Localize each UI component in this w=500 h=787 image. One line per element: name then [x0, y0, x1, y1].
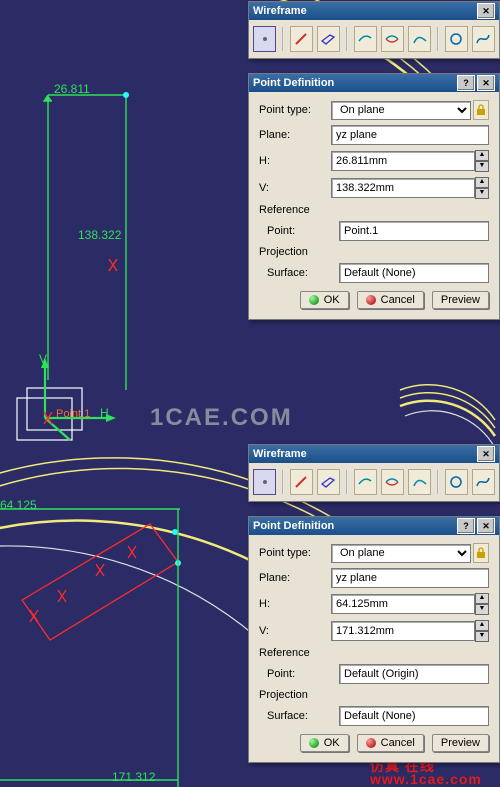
- preview-button[interactable]: Preview: [432, 291, 489, 309]
- project-tool-icon[interactable]: [354, 469, 377, 495]
- h-field[interactable]: [331, 151, 475, 171]
- point-field[interactable]: [339, 221, 489, 241]
- dim-v-top: 138.322: [78, 228, 121, 242]
- lock-icon[interactable]: [473, 543, 489, 563]
- intersect-tool-icon[interactable]: [381, 469, 404, 495]
- v-field[interactable]: [331, 178, 475, 198]
- plane-tool-icon[interactable]: [317, 469, 340, 495]
- preview-button[interactable]: Preview: [432, 734, 489, 752]
- point-field[interactable]: [339, 664, 489, 684]
- axis-h-label: H: [100, 406, 109, 420]
- wireframe-toolbar-middle[interactable]: Wireframe ✕: [248, 444, 500, 502]
- h-label: H:: [259, 155, 331, 167]
- cancel-button[interactable]: Cancel: [357, 291, 424, 309]
- close-icon[interactable]: ✕: [477, 3, 495, 19]
- intersect-tool-icon[interactable]: [381, 26, 404, 52]
- point-tool-icon[interactable]: [253, 469, 276, 495]
- toolbar-title: Wireframe: [253, 5, 307, 17]
- spline-tool-icon[interactable]: [472, 26, 495, 52]
- point-label: Point:: [259, 668, 339, 680]
- plane-field[interactable]: [331, 125, 489, 145]
- surface-field[interactable]: [339, 706, 489, 726]
- v-spinner[interactable]: ▲▼: [475, 620, 489, 642]
- plane-tool-icon[interactable]: [317, 26, 340, 52]
- pointtype-select[interactable]: On plane: [331, 101, 471, 120]
- point-definition-dialog-top[interactable]: Point Definition ? ✕ Point type: On plan…: [248, 73, 500, 320]
- v-spinner[interactable]: ▲▼: [475, 177, 489, 199]
- circle-tool-icon[interactable]: [445, 26, 468, 52]
- point-tool-icon[interactable]: [253, 26, 276, 52]
- h-field[interactable]: [331, 594, 475, 614]
- close-icon[interactable]: ✕: [477, 446, 495, 462]
- projection-label: Projection: [259, 246, 308, 258]
- projection-label: Projection: [259, 689, 308, 701]
- project-tool-icon[interactable]: [354, 26, 377, 52]
- v-label: V:: [259, 625, 331, 637]
- dialog-title: Point Definition: [253, 520, 334, 532]
- ok-button[interactable]: OK: [300, 734, 349, 752]
- reference-label: Reference: [259, 204, 310, 216]
- line-tool-icon[interactable]: [290, 469, 313, 495]
- toolbar-title: Wireframe: [253, 448, 307, 460]
- help-icon[interactable]: ?: [457, 518, 475, 534]
- reference-label: Reference: [259, 647, 310, 659]
- line-tool-icon[interactable]: [290, 26, 313, 52]
- surface-label: Surface:: [259, 267, 339, 279]
- surface-label: Surface:: [259, 710, 339, 722]
- wireframe-toolbar-top[interactable]: Wireframe ✕: [248, 1, 500, 59]
- ok-button[interactable]: OK: [300, 291, 349, 309]
- circle-tool-icon[interactable]: [445, 469, 468, 495]
- help-icon[interactable]: ?: [457, 75, 475, 91]
- pointtype-label: Point type:: [259, 547, 331, 559]
- surface-field[interactable]: [339, 263, 489, 283]
- close-icon[interactable]: ✕: [477, 75, 495, 91]
- curve-tool-icon[interactable]: [408, 26, 431, 52]
- cancel-button[interactable]: Cancel: [357, 734, 424, 752]
- cancel-led-icon: [366, 295, 376, 305]
- point-label: Point:: [259, 225, 339, 237]
- point-definition-dialog-bottom[interactable]: Point Definition ? ✕ Point type: On plan…: [248, 516, 500, 763]
- h-label: H:: [259, 598, 331, 610]
- watermark-url: www.1cae.com: [370, 771, 482, 787]
- plane-field[interactable]: [331, 568, 489, 588]
- pointtype-select[interactable]: On plane: [331, 544, 471, 563]
- h-spinner[interactable]: ▲▼: [475, 150, 489, 172]
- dim-v-bottom: 171.312: [112, 770, 155, 784]
- cancel-led-icon: [366, 738, 376, 748]
- h-spinner[interactable]: ▲▼: [475, 593, 489, 615]
- point1-label: Point.1: [56, 408, 90, 420]
- v-field[interactable]: [331, 621, 475, 641]
- v-label: V:: [259, 182, 331, 194]
- dim-h-bottom: 64.125: [0, 498, 37, 512]
- plane-label: Plane:: [259, 572, 331, 584]
- ok-led-icon: [309, 295, 319, 305]
- plane-label: Plane:: [259, 129, 331, 141]
- close-icon[interactable]: ✕: [477, 518, 495, 534]
- lock-icon[interactable]: [473, 100, 489, 120]
- curve-tool-icon[interactable]: [408, 469, 431, 495]
- axis-v-label: V: [39, 352, 47, 366]
- dim-h-top: 26.811: [54, 82, 90, 96]
- spline-tool-icon[interactable]: [472, 469, 495, 495]
- pointtype-label: Point type:: [259, 104, 331, 116]
- ok-led-icon: [309, 738, 319, 748]
- dialog-title: Point Definition: [253, 77, 334, 89]
